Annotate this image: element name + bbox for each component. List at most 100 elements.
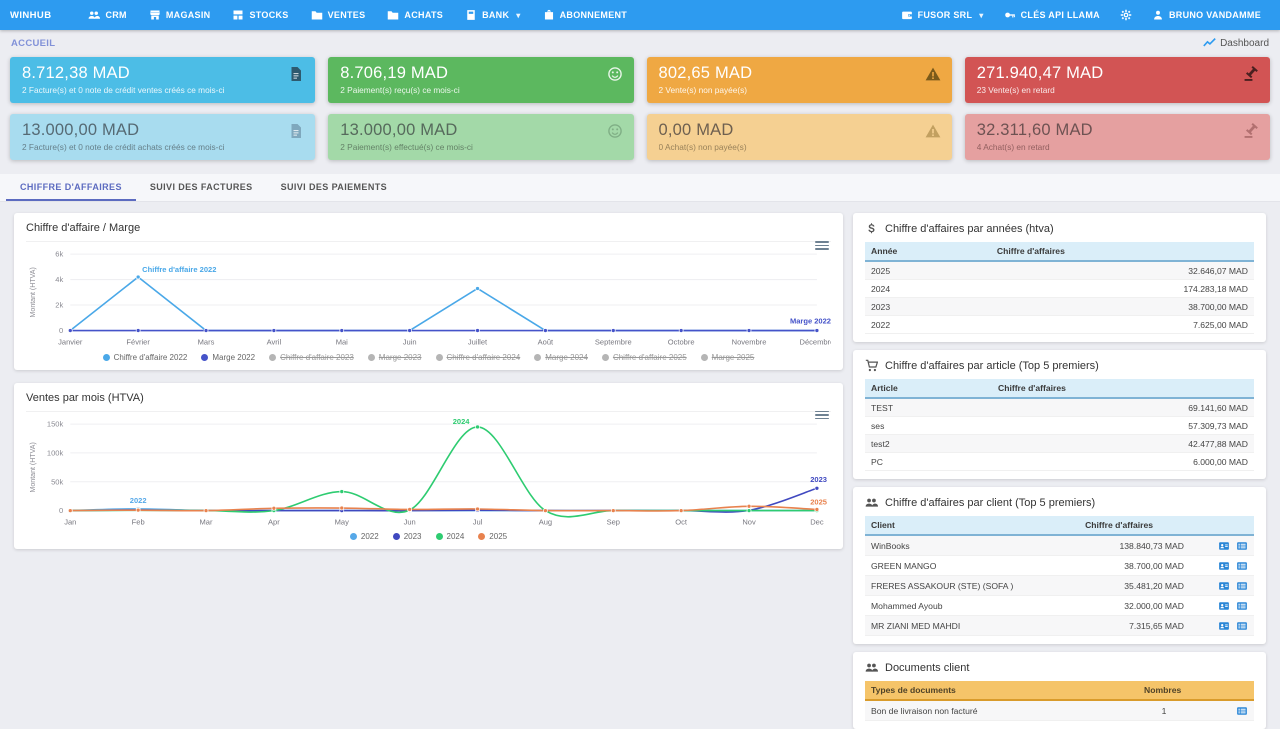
nav-right-cl-s-api-llama[interactable]: CLÉS API LLAMA <box>995 0 1109 30</box>
row-value: 69.141,60 MAD <box>992 398 1254 417</box>
tab-suivi-des-paiements[interactable]: SUIVI DES PAIEMENTS <box>267 174 401 201</box>
row-label: TEST <box>865 398 992 417</box>
app-brand[interactable]: WINHUB <box>10 10 51 21</box>
legend-item-chiffre-d-affaire-2024[interactable]: Chiffre d'affaire 2024 <box>436 353 521 362</box>
chart-svg: 02k4k6kJanvierFévrierMarsAvrilMaiJuinJui… <box>26 242 831 351</box>
legend-item-marge-2025[interactable]: Marge 2025 <box>701 353 755 362</box>
legend-label: 2025 <box>489 532 507 541</box>
table-row: PC6.000,00 MAD <box>865 453 1254 471</box>
row-label: Mohammed Ayoub <box>865 596 1079 616</box>
contact-action-button[interactable] <box>1218 600 1230 612</box>
legend-item-2025[interactable]: 2025 <box>478 532 507 541</box>
column-header: Chiffre d'affaires <box>992 379 1254 398</box>
data-table: ClientChiffre d'affairesWinBooks138.840,… <box>865 516 1254 636</box>
svg-text:2024: 2024 <box>453 417 471 426</box>
wallet-icon <box>901 9 913 21</box>
kpi-card-0-achat-s-non-pay-e-s[interactable]: 0,00 MAD 0 Achat(s) non payée(s) <box>647 114 952 160</box>
kpi-card-2-paiement-s-effectu-s-ce-mo[interactable]: 13.000,00 MAD 2 Paiement(s) effectué(s) … <box>328 114 633 160</box>
legend-item-chiffre-d-affaire-2025[interactable]: Chiffre d'affaire 2025 <box>602 353 687 362</box>
legend-item-2022[interactable]: 2022 <box>350 532 379 541</box>
svg-text:Août: Août <box>538 338 554 347</box>
legend-marker <box>701 354 708 361</box>
tab-chiffre-d-affaires[interactable]: CHIFFRE D'AFFAIRES <box>6 174 136 201</box>
kpi-caption: 0 Achat(s) non payée(s) <box>659 142 940 152</box>
legend-item-marge-2022[interactable]: Marge 2022 <box>201 353 255 362</box>
legend-item-marge-2024[interactable]: Marge 2024 <box>534 353 588 362</box>
kpi-card-2-facture-s-et-0-note-de-cr-[interactable]: 13.000,00 MAD 2 Facture(s) et 0 note de … <box>10 114 315 160</box>
legend-label: Chiffre d'affaire 2024 <box>447 353 521 362</box>
chart-menu-button[interactable] <box>815 409 829 422</box>
svg-text:50k: 50k <box>51 477 63 486</box>
nav-item-label: CRM <box>105 10 126 20</box>
svg-text:Jul: Jul <box>473 517 483 526</box>
nav-item-bank[interactable]: BANK▾ <box>456 0 530 30</box>
column-header: Types de documents <box>865 681 1138 700</box>
kpi-card-2-vente-s-non-pay-e-s[interactable]: 802,65 MAD 2 Vente(s) non payée(s) <box>647 57 952 103</box>
nav-right-gear-button[interactable] <box>1111 0 1141 30</box>
folder-icon <box>311 9 323 21</box>
contact-action-button[interactable] <box>1218 540 1230 552</box>
row-value: 174.283,18 MAD <box>991 280 1254 298</box>
chart-title: Ventes par mois (HTVA) <box>26 392 831 412</box>
kpi-card-2-paiement-s-re-u-s-ce-mois-[interactable]: 8.706,19 MAD 2 Paiement(s) reçu(s) ce mo… <box>328 57 633 103</box>
kpi-value: 13.000,00 MAD <box>340 121 621 140</box>
contact-action-button[interactable] <box>1218 560 1230 572</box>
kpi-caption: 2 Facture(s) et 0 note de crédit ventes … <box>22 85 303 95</box>
table-row: 202532.646,07 MAD <box>865 261 1254 280</box>
list-action-button[interactable] <box>1236 580 1248 592</box>
legend-label: Marge 2024 <box>545 353 588 362</box>
chart-menu-button[interactable] <box>815 239 829 252</box>
nav-item-achats[interactable]: ACHATS <box>378 0 452 30</box>
table-row: Bon de livraison non facturé1 <box>865 700 1254 721</box>
kpi-card-4-achat-s-en-retard[interactable]: 32.311,60 MAD 4 Achat(s) en retard <box>965 114 1270 160</box>
table-row: WinBooks138.840,73 MAD <box>865 535 1254 556</box>
cart-icon <box>865 359 878 372</box>
kpi-cards: 8.712,38 MAD 2 Facture(s) et 0 note de c… <box>0 57 1280 160</box>
kpi-value: 0,00 MAD <box>659 121 940 140</box>
contact-action-button[interactable] <box>1218 580 1230 592</box>
list-action-button[interactable] <box>1236 620 1248 632</box>
legend-marker <box>478 533 485 540</box>
legend-item-marge-2023[interactable]: Marge 2023 <box>368 353 422 362</box>
folder-icon <box>387 9 399 21</box>
legend-label: Chiffre d'affaire 2023 <box>280 353 354 362</box>
tables-column: Chiffre d'affaires par années (htva)Anné… <box>853 213 1266 729</box>
legend-item-2024[interactable]: 2024 <box>436 532 465 541</box>
svg-text:Nov: Nov <box>742 517 756 526</box>
row-label: 2022 <box>865 316 991 334</box>
svg-text:Novembre: Novembre <box>732 338 767 347</box>
nav-right-bruno-vandamme[interactable]: BRUNO VANDAMME <box>1143 0 1270 30</box>
nav-item-abonnement[interactable]: ABONNEMENT <box>534 0 637 30</box>
nav-right-fusor-srl[interactable]: FUSOR SRL▾ <box>892 0 993 30</box>
row-value: 57.309,73 MAD <box>992 417 1254 435</box>
legend-item-chiffre-d-affaire-2023[interactable]: Chiffre d'affaire 2023 <box>269 353 354 362</box>
kpi-card-2-facture-s-et-0-note-de-cr-[interactable]: 8.712,38 MAD 2 Facture(s) et 0 note de c… <box>10 57 315 103</box>
table-row: GREEN MANGO38.700,00 MAD <box>865 556 1254 576</box>
contact-action-button[interactable] <box>1218 620 1230 632</box>
legend-item-chiffre-d-affaire-2022[interactable]: Chiffre d'affaire 2022 <box>103 353 188 362</box>
legend-item-2023[interactable]: 2023 <box>393 532 422 541</box>
svg-text:Mars: Mars <box>198 338 215 347</box>
svg-text:Juin: Juin <box>403 338 417 347</box>
tab-suivi-des-factures[interactable]: SUIVI DES FACTURES <box>136 174 267 201</box>
shelf-icon <box>232 9 244 21</box>
list-action-button[interactable] <box>1236 705 1248 717</box>
nav-item-stocks[interactable]: STOCKS <box>223 0 297 30</box>
list-action-button[interactable] <box>1236 560 1248 572</box>
nav-item-crm[interactable]: CRM <box>79 0 135 30</box>
row-label: 2024 <box>865 280 991 298</box>
breadcrumb-home-link[interactable]: ACCUEIL <box>11 38 55 49</box>
svg-text:Décembre: Décembre <box>800 338 831 347</box>
table-row: ses57.309,73 MAD <box>865 417 1254 435</box>
list-action-button[interactable] <box>1236 600 1248 612</box>
list-action-button[interactable] <box>1236 540 1248 552</box>
dashboard-link[interactable]: Dashboard <box>1203 37 1269 50</box>
table-row: test242.477,88 MAD <box>865 435 1254 453</box>
nav-item-magasin[interactable]: MAGASIN <box>140 0 220 30</box>
panel-title: Chiffre d'affaires par client (Top 5 pre… <box>865 496 1254 516</box>
legend-marker <box>436 533 443 540</box>
kpi-card-23-vente-s-en-retard[interactable]: 271.940,47 MAD 23 Vente(s) en retard <box>965 57 1270 103</box>
nav-item-ventes[interactable]: VENTES <box>302 0 375 30</box>
store-icon <box>149 9 161 21</box>
table-row: 2024174.283,18 MAD <box>865 280 1254 298</box>
